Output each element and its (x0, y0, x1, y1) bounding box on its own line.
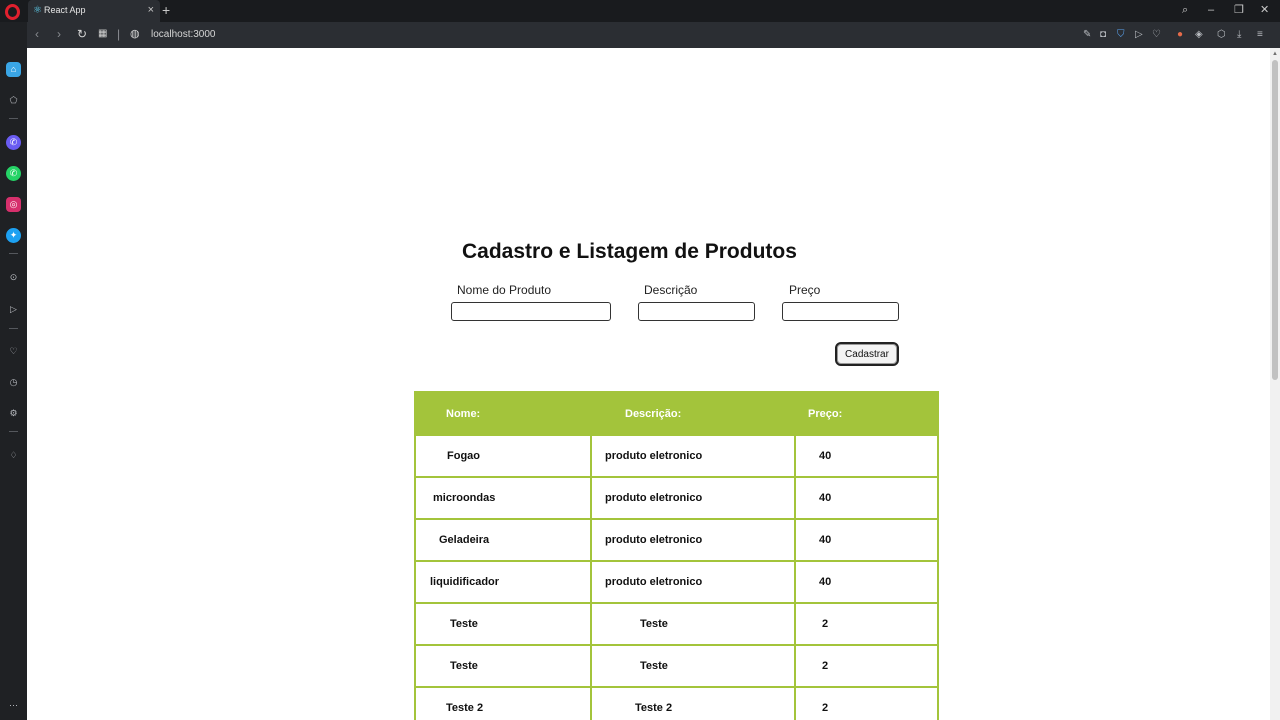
cell-name: Fogao (414, 434, 592, 478)
cell-name: Teste (414, 602, 592, 646)
cell-description: produto eletronico (590, 518, 796, 562)
sidebar-divider (9, 253, 18, 254)
cell-price: 40 (794, 476, 939, 520)
whatsapp-icon[interactable]: ✆ (6, 166, 21, 181)
opera-menu-icon[interactable] (5, 4, 20, 20)
settings-icon[interactable]: ⚙ (6, 406, 21, 421)
cell-name: Teste 2 (414, 686, 592, 720)
page-title: Cadastro e Listagem de Produtos (462, 240, 797, 263)
tab-title: React App (44, 5, 86, 15)
camera-icon[interactable]: ◘ (1100, 28, 1106, 42)
cell-description: Teste 2 (590, 686, 796, 720)
cell-price: 40 (794, 560, 939, 604)
reload-icon[interactable]: ↻ (77, 27, 87, 41)
header-price: Preço: (794, 391, 939, 436)
messenger-icon[interactable]: ✆ (6, 135, 21, 150)
easy-setup-icon[interactable]: ≡ (1257, 28, 1263, 42)
page-viewport: Cadastro e Listagem de Produtos Nome do … (27, 48, 1270, 720)
table-row: Fogao produto eletronico 40 (414, 434, 939, 478)
cell-description: Teste (590, 602, 796, 646)
restore-icon[interactable]: ❐ (1234, 3, 1244, 17)
table-header-row: Nome: Descrição: Preço: (414, 391, 939, 436)
cell-price: 2 (794, 686, 939, 720)
header-name: Nome: (414, 391, 592, 436)
cell-price: 2 (794, 644, 939, 688)
cell-price: 40 (794, 518, 939, 562)
history-icon[interactable]: ◷ (6, 375, 21, 390)
name-input[interactable] (451, 302, 611, 321)
new-tab-button[interactable]: + (162, 2, 170, 18)
scrollbar-thumb[interactable] (1272, 60, 1278, 380)
cell-description: produto eletronico (590, 476, 796, 520)
description-input[interactable] (638, 302, 755, 321)
sidebar-divider (9, 118, 18, 119)
minimize-icon[interactable]: – (1208, 3, 1214, 17)
cell-price: 40 (794, 434, 939, 478)
download-icon[interactable]: ⤓ (1237, 28, 1241, 42)
tab-strip: ⚛ React App × + ⌕ – ❐ ✕ (0, 0, 1280, 22)
address-toolbar: ‹ › ↻ ▦ | ◍ localhost:3000 ✎ ◘ ⛉ ▷ ♡ ● ◈… (27, 22, 1280, 48)
shield-icon[interactable]: ⛉ (1117, 28, 1125, 42)
table-row: Teste 2 Teste 2 2 (414, 686, 939, 720)
search-tabs-icon[interactable]: ⌕ (1182, 3, 1188, 17)
table-row: Geladeira produto eletronico 40 (414, 518, 939, 562)
table-row: Teste Teste 2 (414, 602, 939, 646)
sidebar-divider (9, 328, 18, 329)
cube-icon[interactable]: ⬡ (1217, 28, 1226, 42)
sidebar-divider (9, 431, 18, 432)
page-scrollbar[interactable]: ▲ (1270, 48, 1280, 720)
price-input[interactable] (782, 302, 899, 321)
table-row: microondas produto eletronico 40 (414, 476, 939, 520)
name-label: Nome do Produto (457, 283, 552, 297)
back-icon[interactable]: ‹ (35, 27, 39, 41)
extension-icon[interactable]: ● (1177, 28, 1183, 42)
instagram-icon[interactable]: ◎ (6, 197, 21, 212)
tabs-grid-icon[interactable]: ▦ (98, 27, 107, 41)
more-icon[interactable]: ⋯ (6, 698, 21, 713)
cell-name: microondas (414, 476, 592, 520)
cell-name: Teste (414, 644, 592, 688)
send-icon[interactable]: ▷ (1135, 28, 1143, 42)
heart-icon[interactable]: ♡ (1152, 28, 1161, 42)
close-window-icon[interactable]: ✕ (1260, 3, 1269, 17)
cell-name: Geladeira (414, 518, 592, 562)
cell-description: produto eletronico (590, 560, 796, 604)
twitter-icon[interactable]: ✦ (6, 228, 21, 243)
extension-2-icon[interactable]: ◈ (1195, 28, 1203, 42)
edit-icon[interactable]: ✎ (1083, 28, 1091, 42)
url-field[interactable]: localhost:3000 (151, 29, 216, 40)
sidebar: ⌂ ⬠ ✆ ✆ ◎ ✦ ⊙ ▷ ♡ ◷ ⚙ ♢ ⋯ (0, 22, 27, 720)
products-table: Nome: Descrição: Preço: Fogao produto el… (414, 391, 939, 720)
globe-icon: ◍ (130, 28, 140, 40)
heart-icon[interactable]: ♡ (6, 344, 21, 359)
react-favicon-icon: ⚛ (33, 5, 42, 16)
tab-close-icon[interactable]: × (148, 3, 154, 17)
home-icon[interactable]: ⌂ (6, 62, 21, 77)
description-label: Descrição (644, 283, 698, 297)
header-description: Descrição: (590, 391, 796, 436)
cell-price: 2 (794, 602, 939, 646)
scroll-up-icon[interactable]: ▲ (1272, 50, 1278, 58)
pinboard-icon[interactable]: ♢ (6, 448, 21, 463)
speed-dial-icon[interactable]: ⬠ (6, 93, 21, 108)
cell-description: Teste (590, 644, 796, 688)
table-row: liquidificador produto eletronico 40 (414, 560, 939, 604)
tab-react-app[interactable]: ⚛ React App × (28, 0, 160, 22)
cell-name: liquidificador (414, 560, 592, 604)
player-icon[interactable]: ⊙ (6, 270, 21, 285)
price-label: Preço (789, 283, 821, 297)
table-row: Teste Teste 2 (414, 644, 939, 688)
forward-icon[interactable]: › (57, 27, 61, 41)
separator-icon: | (117, 27, 121, 41)
cell-description: produto eletronico (590, 434, 796, 478)
send-icon[interactable]: ▷ (6, 302, 21, 317)
cadastrar-button[interactable]: Cadastrar (835, 342, 899, 366)
